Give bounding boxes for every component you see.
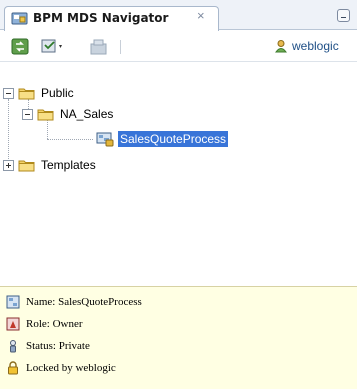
bpm-process-icon [6, 295, 20, 309]
toolbar: weblogic [0, 31, 357, 62]
collapse-icon[interactable] [22, 108, 33, 120]
tree-label-selected: SalesQuoteProcess [118, 131, 229, 147]
actions-menu-icon[interactable] [40, 37, 66, 56]
tree-node-public[interactable]: Public [3, 84, 76, 102]
folder-icon [18, 160, 35, 172]
info-role-text: Role: Owner [26, 318, 83, 330]
toolbar-separator [120, 40, 121, 54]
tree-node-sales-quote-process[interactable]: SalesQuoteProcess [96, 130, 229, 148]
refresh-connections-icon[interactable] [10, 37, 30, 56]
info-status: Status: Private [6, 339, 90, 353]
tab-bar: BPM MDS Navigator × [0, 0, 357, 31]
navigator-icon [11, 12, 28, 25]
tree-connector [47, 139, 93, 140]
user-icon [275, 40, 287, 53]
info-locked: Locked by weblogic [6, 361, 116, 375]
project-icon[interactable] [88, 37, 110, 56]
tree-node-templates[interactable]: Templates [3, 156, 98, 174]
user-label: weblogic [292, 39, 339, 53]
status-icon [10, 340, 16, 353]
folder-icon [18, 88, 35, 100]
info-role: Role: Owner [6, 317, 83, 331]
lock-icon [8, 361, 18, 375]
info-name: Name: SalesQuoteProcess [6, 295, 142, 309]
tree-node-na-sales[interactable]: NA_Sales [22, 105, 115, 123]
tab-title: BPM MDS Navigator [33, 11, 169, 25]
bpm-process-icon [96, 132, 114, 147]
collapse-icon[interactable] [3, 87, 14, 99]
info-locked-text: Locked by weblogic [26, 362, 116, 374]
expand-icon[interactable] [3, 159, 14, 171]
tree-label: NA_Sales [60, 107, 114, 121]
navigator-tree: Public NA_Sales SalesQuoteProcess Templa… [0, 63, 357, 286]
tree-label: Templates [41, 158, 96, 172]
properties-panel: Name: SalesQuoteProcess Role: Owner Stat… [0, 286, 357, 389]
role-icon [6, 317, 20, 331]
folder-icon [37, 109, 54, 121]
tab-bpm-mds-navigator[interactable]: BPM MDS Navigator × [4, 6, 219, 31]
info-name-text: Name: SalesQuoteProcess [26, 296, 142, 308]
info-status-text: Status: Private [26, 340, 90, 352]
tree-label: Public [41, 86, 74, 100]
current-user: weblogic [274, 39, 339, 53]
minimize-button[interactable] [337, 9, 350, 22]
close-icon[interactable]: × [197, 8, 205, 23]
tree-connector [8, 99, 9, 163]
